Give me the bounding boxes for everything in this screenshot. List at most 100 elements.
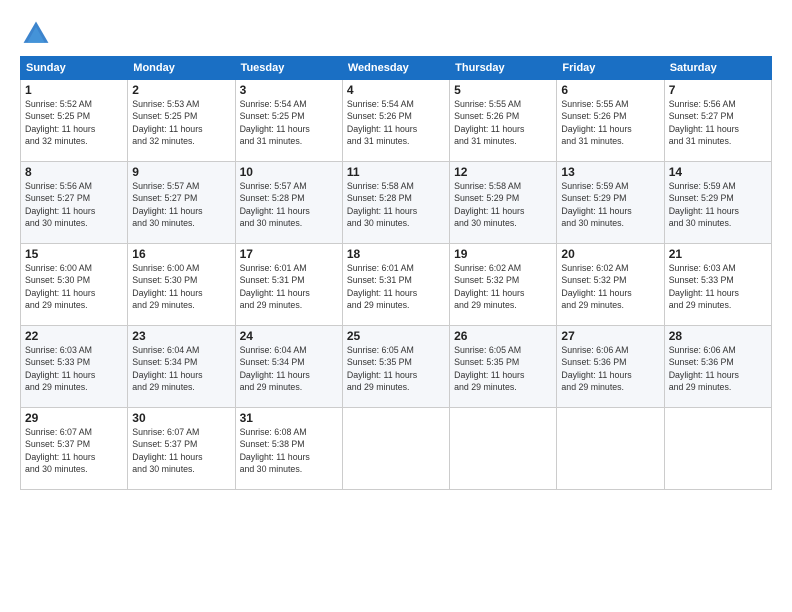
- page: SundayMondayTuesdayWednesdayThursdayFrid…: [0, 0, 792, 612]
- day-number: 30: [132, 411, 230, 425]
- day-number: 22: [25, 329, 123, 343]
- week-row-5: 29Sunrise: 6:07 AM Sunset: 5:37 PM Dayli…: [21, 408, 772, 490]
- day-number: 28: [669, 329, 767, 343]
- day-info: Sunrise: 5:57 AM Sunset: 5:27 PM Dayligh…: [132, 180, 230, 229]
- day-number: 31: [240, 411, 338, 425]
- day-number: 6: [561, 83, 659, 97]
- day-info: Sunrise: 5:58 AM Sunset: 5:29 PM Dayligh…: [454, 180, 552, 229]
- day-info: Sunrise: 5:57 AM Sunset: 5:28 PM Dayligh…: [240, 180, 338, 229]
- day-number: 11: [347, 165, 445, 179]
- day-number: 18: [347, 247, 445, 261]
- week-row-1: 1Sunrise: 5:52 AM Sunset: 5:25 PM Daylig…: [21, 80, 772, 162]
- day-info: Sunrise: 6:01 AM Sunset: 5:31 PM Dayligh…: [240, 262, 338, 311]
- day-info: Sunrise: 5:55 AM Sunset: 5:26 PM Dayligh…: [454, 98, 552, 147]
- day-cell: 9Sunrise: 5:57 AM Sunset: 5:27 PM Daylig…: [128, 162, 235, 244]
- day-cell: [342, 408, 449, 490]
- day-cell: 23Sunrise: 6:04 AM Sunset: 5:34 PM Dayli…: [128, 326, 235, 408]
- header: [20, 18, 772, 50]
- day-number: 7: [669, 83, 767, 97]
- day-number: 3: [240, 83, 338, 97]
- day-info: Sunrise: 6:07 AM Sunset: 5:37 PM Dayligh…: [25, 426, 123, 475]
- day-cell: 3Sunrise: 5:54 AM Sunset: 5:25 PM Daylig…: [235, 80, 342, 162]
- day-cell: 14Sunrise: 5:59 AM Sunset: 5:29 PM Dayli…: [664, 162, 771, 244]
- day-info: Sunrise: 6:02 AM Sunset: 5:32 PM Dayligh…: [561, 262, 659, 311]
- day-info: Sunrise: 5:52 AM Sunset: 5:25 PM Dayligh…: [25, 98, 123, 147]
- logo: [20, 18, 56, 50]
- weekday-saturday: Saturday: [664, 57, 771, 80]
- day-info: Sunrise: 5:56 AM Sunset: 5:27 PM Dayligh…: [25, 180, 123, 229]
- day-cell: 31Sunrise: 6:08 AM Sunset: 5:38 PM Dayli…: [235, 408, 342, 490]
- day-number: 21: [669, 247, 767, 261]
- day-cell: [664, 408, 771, 490]
- day-cell: 13Sunrise: 5:59 AM Sunset: 5:29 PM Dayli…: [557, 162, 664, 244]
- day-info: Sunrise: 5:55 AM Sunset: 5:26 PM Dayligh…: [561, 98, 659, 147]
- week-row-3: 15Sunrise: 6:00 AM Sunset: 5:30 PM Dayli…: [21, 244, 772, 326]
- day-number: 16: [132, 247, 230, 261]
- calendar-table: SundayMondayTuesdayWednesdayThursdayFrid…: [20, 56, 772, 490]
- day-number: 13: [561, 165, 659, 179]
- day-cell: 20Sunrise: 6:02 AM Sunset: 5:32 PM Dayli…: [557, 244, 664, 326]
- day-number: 14: [669, 165, 767, 179]
- logo-icon: [20, 18, 52, 50]
- day-cell: 29Sunrise: 6:07 AM Sunset: 5:37 PM Dayli…: [21, 408, 128, 490]
- day-cell: 4Sunrise: 5:54 AM Sunset: 5:26 PM Daylig…: [342, 80, 449, 162]
- day-number: 12: [454, 165, 552, 179]
- day-cell: 5Sunrise: 5:55 AM Sunset: 5:26 PM Daylig…: [450, 80, 557, 162]
- day-number: 29: [25, 411, 123, 425]
- day-number: 9: [132, 165, 230, 179]
- day-number: 25: [347, 329, 445, 343]
- weekday-thursday: Thursday: [450, 57, 557, 80]
- day-cell: [557, 408, 664, 490]
- day-number: 15: [25, 247, 123, 261]
- weekday-header-row: SundayMondayTuesdayWednesdayThursdayFrid…: [21, 57, 772, 80]
- day-number: 26: [454, 329, 552, 343]
- day-cell: 30Sunrise: 6:07 AM Sunset: 5:37 PM Dayli…: [128, 408, 235, 490]
- day-cell: 16Sunrise: 6:00 AM Sunset: 5:30 PM Dayli…: [128, 244, 235, 326]
- day-number: 19: [454, 247, 552, 261]
- day-number: 20: [561, 247, 659, 261]
- day-info: Sunrise: 5:53 AM Sunset: 5:25 PM Dayligh…: [132, 98, 230, 147]
- day-info: Sunrise: 6:06 AM Sunset: 5:36 PM Dayligh…: [669, 344, 767, 393]
- day-cell: 1Sunrise: 5:52 AM Sunset: 5:25 PM Daylig…: [21, 80, 128, 162]
- day-cell: 24Sunrise: 6:04 AM Sunset: 5:34 PM Dayli…: [235, 326, 342, 408]
- day-info: Sunrise: 6:05 AM Sunset: 5:35 PM Dayligh…: [454, 344, 552, 393]
- day-cell: 28Sunrise: 6:06 AM Sunset: 5:36 PM Dayli…: [664, 326, 771, 408]
- week-row-2: 8Sunrise: 5:56 AM Sunset: 5:27 PM Daylig…: [21, 162, 772, 244]
- day-number: 5: [454, 83, 552, 97]
- day-cell: 22Sunrise: 6:03 AM Sunset: 5:33 PM Dayli…: [21, 326, 128, 408]
- day-cell: 7Sunrise: 5:56 AM Sunset: 5:27 PM Daylig…: [664, 80, 771, 162]
- day-cell: 2Sunrise: 5:53 AM Sunset: 5:25 PM Daylig…: [128, 80, 235, 162]
- day-number: 24: [240, 329, 338, 343]
- day-cell: 12Sunrise: 5:58 AM Sunset: 5:29 PM Dayli…: [450, 162, 557, 244]
- day-cell: 6Sunrise: 5:55 AM Sunset: 5:26 PM Daylig…: [557, 80, 664, 162]
- day-info: Sunrise: 6:06 AM Sunset: 5:36 PM Dayligh…: [561, 344, 659, 393]
- day-number: 10: [240, 165, 338, 179]
- day-info: Sunrise: 6:02 AM Sunset: 5:32 PM Dayligh…: [454, 262, 552, 311]
- day-cell: [450, 408, 557, 490]
- day-cell: 11Sunrise: 5:58 AM Sunset: 5:28 PM Dayli…: [342, 162, 449, 244]
- weekday-friday: Friday: [557, 57, 664, 80]
- day-info: Sunrise: 5:58 AM Sunset: 5:28 PM Dayligh…: [347, 180, 445, 229]
- day-number: 17: [240, 247, 338, 261]
- day-cell: 8Sunrise: 5:56 AM Sunset: 5:27 PM Daylig…: [21, 162, 128, 244]
- day-cell: 25Sunrise: 6:05 AM Sunset: 5:35 PM Dayli…: [342, 326, 449, 408]
- day-info: Sunrise: 6:08 AM Sunset: 5:38 PM Dayligh…: [240, 426, 338, 475]
- day-info: Sunrise: 6:03 AM Sunset: 5:33 PM Dayligh…: [669, 262, 767, 311]
- day-info: Sunrise: 6:03 AM Sunset: 5:33 PM Dayligh…: [25, 344, 123, 393]
- day-info: Sunrise: 6:00 AM Sunset: 5:30 PM Dayligh…: [132, 262, 230, 311]
- day-info: Sunrise: 6:00 AM Sunset: 5:30 PM Dayligh…: [25, 262, 123, 311]
- day-cell: 15Sunrise: 6:00 AM Sunset: 5:30 PM Dayli…: [21, 244, 128, 326]
- day-number: 8: [25, 165, 123, 179]
- day-number: 1: [25, 83, 123, 97]
- day-info: Sunrise: 5:54 AM Sunset: 5:26 PM Dayligh…: [347, 98, 445, 147]
- day-number: 27: [561, 329, 659, 343]
- day-cell: 26Sunrise: 6:05 AM Sunset: 5:35 PM Dayli…: [450, 326, 557, 408]
- week-row-4: 22Sunrise: 6:03 AM Sunset: 5:33 PM Dayli…: [21, 326, 772, 408]
- day-cell: 18Sunrise: 6:01 AM Sunset: 5:31 PM Dayli…: [342, 244, 449, 326]
- day-info: Sunrise: 5:59 AM Sunset: 5:29 PM Dayligh…: [669, 180, 767, 229]
- day-cell: 21Sunrise: 6:03 AM Sunset: 5:33 PM Dayli…: [664, 244, 771, 326]
- day-info: Sunrise: 6:04 AM Sunset: 5:34 PM Dayligh…: [132, 344, 230, 393]
- day-number: 4: [347, 83, 445, 97]
- day-info: Sunrise: 6:05 AM Sunset: 5:35 PM Dayligh…: [347, 344, 445, 393]
- day-info: Sunrise: 6:07 AM Sunset: 5:37 PM Dayligh…: [132, 426, 230, 475]
